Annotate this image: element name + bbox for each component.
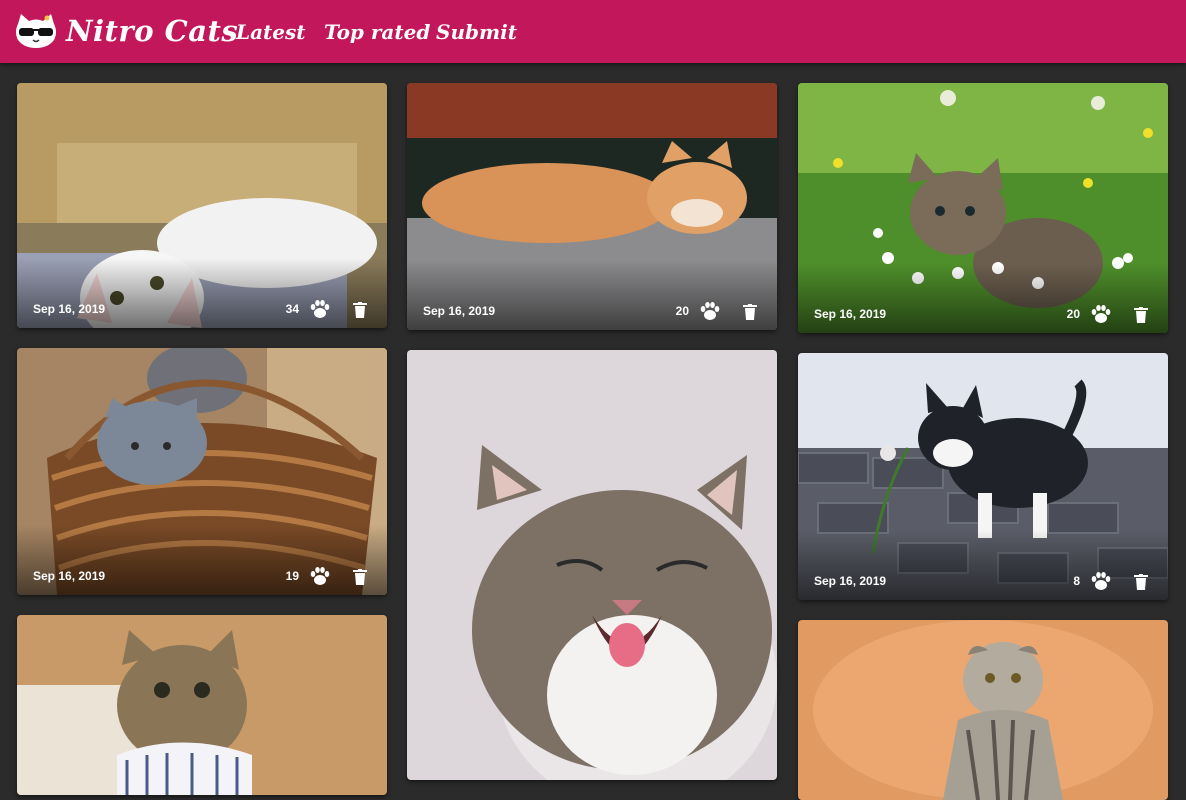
paw-icon[interactable] <box>1090 304 1112 324</box>
cat-photo[interactable] <box>798 620 1168 800</box>
trash-icon[interactable] <box>1134 574 1148 590</box>
like-count: 8 <box>1073 574 1080 588</box>
trash-icon[interactable] <box>353 569 367 585</box>
trash-icon[interactable] <box>1134 307 1148 323</box>
paw-icon[interactable] <box>309 566 331 586</box>
card-date: Sep 16, 2019 <box>814 574 887 588</box>
card-date: Sep 16, 2019 <box>423 304 496 318</box>
cat-card[interactable] <box>17 615 387 795</box>
cat-card[interactable] <box>407 350 777 780</box>
card-overlay <box>17 258 387 328</box>
app-header: Nitro Cats Latest Top rated Submit <box>0 0 1186 63</box>
cat-card[interactable]: Sep 16, 2019 8 <box>798 353 1168 600</box>
like-count: 34 <box>285 302 299 316</box>
cat-card[interactable]: Sep 16, 2019 20 <box>407 83 777 330</box>
card-overlay <box>407 260 777 330</box>
like-count: 19 <box>285 569 299 583</box>
card-date: Sep 16, 2019 <box>33 302 106 316</box>
trash-icon[interactable] <box>743 304 757 320</box>
cat-card[interactable]: Sep 16, 2019 19 <box>17 348 387 595</box>
paw-icon[interactable] <box>699 301 721 321</box>
paw-icon[interactable] <box>309 299 331 319</box>
card-date: Sep 16, 2019 <box>814 307 887 321</box>
nav-submit[interactable]: Submit <box>436 16 517 48</box>
paw-icon[interactable] <box>1090 571 1112 591</box>
cat-logo-icon[interactable] <box>14 12 58 50</box>
nav-latest[interactable]: Latest <box>236 16 305 48</box>
like-count: 20 <box>675 304 689 318</box>
card-date: Sep 16, 2019 <box>33 569 106 583</box>
nav-top-rated[interactable]: Top rated <box>324 16 430 48</box>
cat-card[interactable]: Sep 16, 2019 20 <box>798 83 1168 333</box>
card-overlay <box>798 263 1168 333</box>
like-count: 20 <box>1066 307 1080 321</box>
cat-card[interactable] <box>798 620 1168 800</box>
card-overlay <box>798 530 1168 600</box>
card-overlay <box>17 525 387 595</box>
cat-photo[interactable] <box>407 350 777 780</box>
cat-card[interactable]: Sep 16, 2019 34 <box>17 83 387 328</box>
brand-title[interactable]: Nitro Cats <box>66 10 238 52</box>
cat-photo[interactable] <box>17 615 387 795</box>
trash-icon[interactable] <box>353 302 367 318</box>
